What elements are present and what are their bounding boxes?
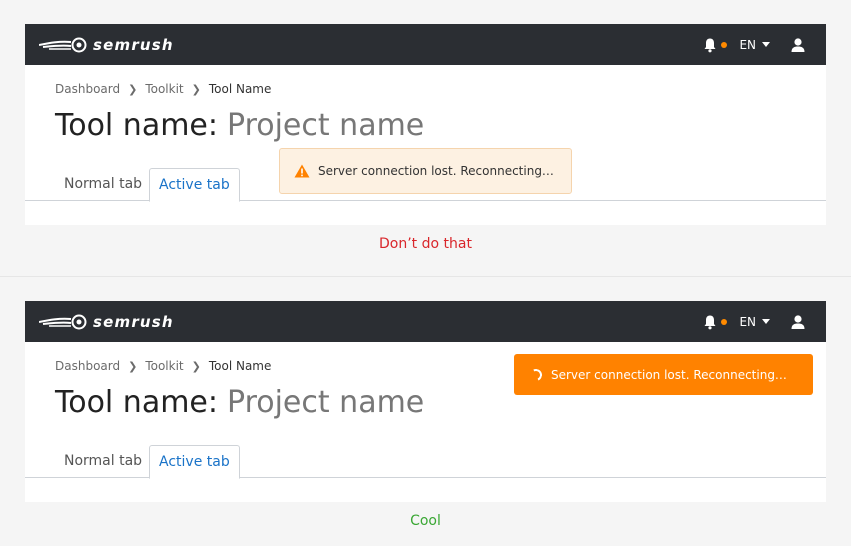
- example-panel-bad: semrush EN Dashboard ❯ Toolkit ❯ Tool Na…: [25, 24, 826, 225]
- page-title-tool: Tool name:: [55, 108, 218, 143]
- chevron-right-icon: ❯: [191, 359, 201, 373]
- tab-active[interactable]: Active tab: [149, 445, 240, 479]
- breadcrumb-toolkit[interactable]: Toolkit: [145, 359, 183, 373]
- notification-dot: [721, 318, 728, 325]
- section-divider: [0, 276, 851, 277]
- chevron-down-icon: [762, 319, 770, 324]
- top-navigation-bar: semrush EN: [25, 24, 826, 65]
- breadcrumb-dashboard[interactable]: Dashboard: [55, 359, 120, 373]
- notification-dot: [721, 41, 728, 48]
- user-icon[interactable]: [790, 314, 806, 330]
- semrush-logo-icon: [39, 314, 87, 329]
- notice-message: Server connection lost. Reconnecting…: [551, 367, 787, 382]
- breadcrumb-tool-name: Tool Name: [208, 359, 272, 373]
- breadcrumb-toolkit[interactable]: Toolkit: [145, 82, 183, 96]
- semrush-logo-icon: [39, 37, 87, 52]
- brand-name: semrush: [93, 35, 174, 54]
- spinner-icon: [528, 366, 544, 383]
- bell-icon[interactable]: [702, 314, 718, 330]
- good-example-caption: Cool: [410, 513, 441, 529]
- page-title-tool: Tool name:: [55, 385, 218, 420]
- breadcrumb: Dashboard ❯ Toolkit ❯ Tool Name: [55, 82, 271, 96]
- chevron-right-icon: ❯: [128, 82, 138, 96]
- bad-example-caption: Don’t do that: [379, 236, 472, 252]
- connection-warning-notice: Server connection lost. Reconnecting…: [279, 148, 572, 194]
- breadcrumb: Dashboard ❯ Toolkit ❯ Tool Name: [55, 359, 271, 373]
- chevron-down-icon: [762, 42, 770, 47]
- language-label: EN: [739, 314, 756, 329]
- connection-notice-orange: Server connection lost. Reconnecting…: [514, 354, 813, 395]
- chevron-right-icon: ❯: [191, 82, 201, 96]
- semrush-logo[interactable]: semrush: [39, 36, 174, 54]
- user-icon[interactable]: [790, 37, 806, 53]
- semrush-logo[interactable]: semrush: [39, 313, 174, 331]
- chevron-right-icon: ❯: [128, 359, 138, 373]
- tab-normal[interactable]: Normal tab: [55, 445, 151, 478]
- brand-name: semrush: [93, 312, 174, 331]
- example-panel-good: semrush EN Dashboard ❯ Toolkit ❯ Tool Na…: [25, 301, 826, 502]
- notice-message: Server connection lost. Reconnecting…: [318, 164, 554, 178]
- language-switcher[interactable]: EN: [739, 315, 770, 329]
- page-title: Tool name: Project name: [55, 106, 424, 146]
- tab-normal[interactable]: Normal tab: [55, 168, 151, 201]
- language-switcher[interactable]: EN: [739, 38, 770, 52]
- top-navigation-bar: semrush EN: [25, 301, 826, 342]
- tab-active[interactable]: Active tab: [149, 168, 240, 202]
- language-label: EN: [739, 37, 756, 52]
- page-title-project[interactable]: Project name: [227, 108, 424, 143]
- page-title-project[interactable]: Project name: [227, 385, 424, 420]
- breadcrumb-tool-name: Tool Name: [208, 82, 272, 96]
- tab-bar: Normal tab Active tab: [25, 445, 826, 479]
- bell-icon[interactable]: [702, 37, 718, 53]
- page-title: Tool name: Project name: [55, 383, 424, 423]
- breadcrumb-dashboard[interactable]: Dashboard: [55, 82, 120, 96]
- warning-icon: [294, 164, 310, 178]
